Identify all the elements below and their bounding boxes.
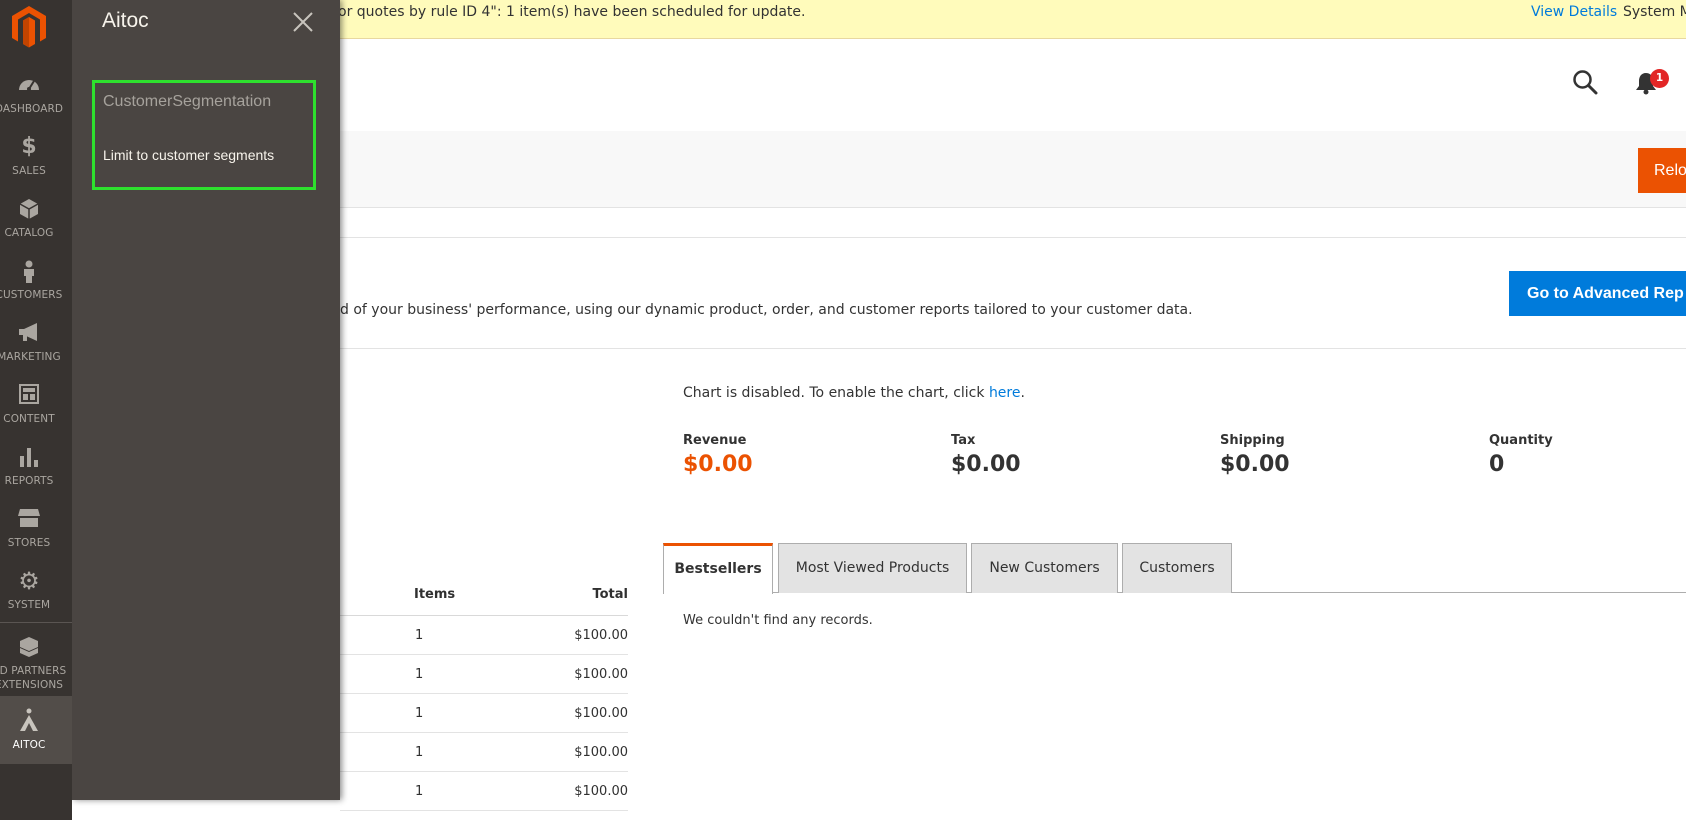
table-row[interactable]: 1 $100.00 (340, 694, 628, 733)
nav-item-aitoc[interactable]: AITOC (0, 696, 72, 764)
table-row[interactable]: 1 $100.00 (340, 655, 628, 694)
aitoc-flyout-menu: Aitoc CustomerSegmentation Limit to cust… (72, 0, 340, 800)
tab-customers[interactable]: Customers (1122, 543, 1232, 593)
nav-item-content[interactable]: CONTENT (0, 374, 72, 436)
table-row[interactable]: 1 $100.00 (340, 616, 628, 655)
advanced-reporting-button[interactable]: Go to Advanced Rep (1509, 271, 1686, 316)
row-total: $100.00 (574, 628, 628, 643)
nav-item-system[interactable]: ⚙ SYSTEM (0, 560, 72, 622)
nav-item-stores[interactable]: STORES (0, 498, 72, 560)
tab-new-customers[interactable]: New Customers (971, 543, 1118, 593)
megaphone-icon (0, 322, 58, 346)
revenue-label: Revenue (683, 433, 747, 448)
row-total: $100.00 (574, 745, 628, 760)
items-column-header: Items (414, 587, 456, 602)
bar-chart-icon (0, 446, 58, 470)
last-orders-table: Items Total 1 $100.00 1 $100.00 1 $100.0… (340, 580, 628, 811)
dollar-icon: $ (21, 134, 37, 159)
chart-disabled-message: Chart is disabled. To enable the chart, … (683, 385, 1025, 401)
tab-most-viewed-products[interactable]: Most Viewed Products (778, 543, 967, 593)
row-items: 1 (415, 784, 424, 799)
nav-label-line1: ND PARTNERS (0, 665, 67, 677)
no-records-message: We couldn't find any records. (683, 613, 873, 628)
cube-icon (0, 198, 58, 222)
table-header: Items Total (340, 580, 628, 616)
chart-disabled-text: Chart is disabled. To enable the chart, … (683, 385, 989, 401)
advanced-reporting-description: d of your business' performance, using o… (340, 302, 1193, 318)
limit-to-customer-segments-link[interactable]: Limit to customer segments (103, 147, 274, 163)
nav-item-dashboard[interactable]: DASHBOARD (0, 64, 72, 126)
tax-label: Tax (951, 433, 976, 448)
total-tax: Tax $0.00 (951, 433, 1021, 477)
nav-label-line2: EXTENSIONS (0, 679, 64, 691)
view-details-link[interactable]: View Details (1531, 4, 1617, 20)
flyout-title: Aitoc (102, 9, 149, 32)
shipping-value: $0.00 (1220, 452, 1290, 477)
nav-divider (0, 622, 72, 623)
nav-item-reports[interactable]: REPORTS (0, 436, 72, 498)
nav-item-customers[interactable]: CUSTOMERS (0, 250, 72, 312)
revenue-value: $0.00 (683, 452, 753, 477)
nav-item-marketing[interactable]: MARKETING (0, 312, 72, 374)
close-icon[interactable] (291, 10, 315, 34)
row-items: 1 (415, 745, 424, 760)
reload-data-button[interactable]: Relo (1638, 148, 1686, 193)
enable-chart-link[interactable]: here (989, 385, 1021, 401)
storefront-icon (0, 508, 58, 532)
row-items: 1 (415, 706, 424, 721)
search-icon[interactable] (1572, 69, 1598, 95)
nav-item-partners-extensions[interactable]: ND PARTNERS EXTENSIONS (0, 626, 72, 696)
table-row[interactable]: 1 $100.00 (340, 733, 628, 772)
gear-icon: ⚙ (18, 567, 40, 595)
flyout-highlight-box: CustomerSegmentation Limit to customer s… (92, 80, 316, 190)
nav-item-catalog[interactable]: CATALOG (0, 188, 72, 250)
total-quantity: Quantity 0 (1489, 433, 1553, 477)
layout-icon (0, 384, 58, 408)
shipping-label: Shipping (1220, 433, 1285, 448)
person-icon (0, 260, 58, 284)
tax-value: $0.00 (951, 452, 1021, 477)
nav-item-sales[interactable]: $ SALES (0, 126, 72, 188)
tab-bestsellers[interactable]: Bestsellers (663, 543, 773, 594)
notification-count-badge: 1 (1650, 69, 1669, 88)
total-shipping: Shipping $0.00 (1220, 433, 1290, 477)
dashboard-tabs: Bestsellers Most Viewed Products New Cus… (663, 543, 1686, 594)
row-total: $100.00 (574, 667, 628, 682)
row-total: $100.00 (574, 706, 628, 721)
row-total: $100.00 (574, 784, 628, 799)
quantity-label: Quantity (1489, 433, 1553, 448)
aitoc-icon (0, 708, 58, 732)
magento-logo-icon[interactable] (9, 4, 49, 48)
row-items: 1 (415, 628, 424, 643)
total-revenue: Revenue $0.00 (683, 433, 753, 477)
system-messages-link[interactable]: System M (1623, 4, 1686, 20)
row-items: 1 (415, 667, 424, 682)
admin-sidebar: DASHBOARD $ SALES CATALOG CUSTOMERS MARK… (0, 0, 72, 820)
dashboard-gauge-icon (0, 74, 58, 98)
chart-msg-period: . (1020, 385, 1025, 401)
notice-text: or quotes by rule ID 4": 1 item(s) have … (338, 4, 806, 20)
boxes-icon (0, 636, 58, 660)
total-column-header: Total (592, 587, 628, 602)
quantity-value: 0 (1489, 452, 1505, 477)
table-row[interactable]: 1 $100.00 (340, 772, 628, 811)
flyout-section-title: CustomerSegmentation (103, 93, 272, 110)
